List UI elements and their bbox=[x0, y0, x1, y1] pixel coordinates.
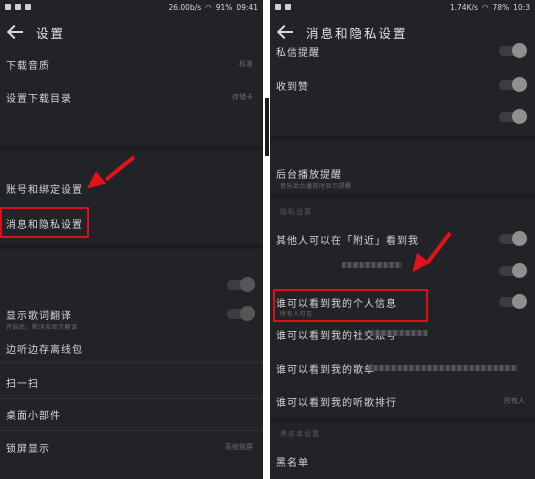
item-label: 私信提醒 bbox=[276, 47, 320, 59]
toggle-item[interactable] bbox=[0, 276, 263, 294]
item-label: 后台播放提醒 bbox=[276, 169, 342, 181]
item-label: 黑名单 bbox=[276, 457, 309, 469]
section-divider bbox=[270, 136, 535, 141]
download-directory-item[interactable]: 设置下载目录 存储卡 bbox=[0, 86, 263, 108]
right-phone-screen: 1.74K/s ◠ 78% 10:3 消息和隐私设置 私信提醒 收到赞 后台播放… bbox=[270, 0, 535, 479]
notification-icon bbox=[5, 4, 11, 10]
left-phone-screen: 26.00b/s ◠ 91% 09:41 设置 下载音质 标准 设置下载目录 存… bbox=[0, 0, 263, 479]
received-likes-item[interactable]: 收到赞 bbox=[270, 76, 535, 94]
section-divider bbox=[0, 145, 263, 150]
item-label: 其他人可以在「附近」看到我 bbox=[276, 235, 419, 247]
item-value: 存储卡 bbox=[232, 93, 253, 101]
lyrics-translation-item[interactable]: 显示歌词翻译 bbox=[0, 304, 263, 324]
item-label: 下载音质 bbox=[6, 60, 50, 72]
notification-icon bbox=[15, 4, 21, 10]
toggle-switch[interactable] bbox=[499, 263, 527, 278]
notification-icon bbox=[275, 4, 281, 10]
wifi-icon: ◠ bbox=[481, 2, 489, 12]
section-divider bbox=[270, 417, 535, 422]
item-subtitle: 音乐后台播放时显示提醒 bbox=[280, 183, 352, 190]
item-label: 设置下载目录 bbox=[6, 93, 72, 105]
item-label: 账号和绑定设置 bbox=[6, 184, 83, 196]
account-binding-item[interactable]: 账号和绑定设置 bbox=[0, 176, 263, 200]
item-value: 标准 bbox=[239, 60, 253, 68]
item-subtitle: 开启后，歌词会显示翻译 bbox=[6, 324, 78, 331]
page-title: 消息和隐私设置 bbox=[306, 25, 408, 41]
item-label: 扫一扫 bbox=[6, 378, 39, 390]
toggle-switch[interactable] bbox=[227, 306, 255, 321]
toggle-item[interactable] bbox=[270, 263, 535, 279]
background-play-item[interactable]: 后台播放提醒 bbox=[270, 165, 535, 181]
item-value: 所有人 bbox=[504, 397, 525, 405]
toggle-switch[interactable] bbox=[227, 277, 255, 292]
battery-level: 78% bbox=[492, 2, 510, 12]
notification-item[interactable] bbox=[270, 108, 535, 126]
clock: 09:41 bbox=[236, 2, 258, 12]
item-label: 收到赞 bbox=[276, 81, 309, 93]
battery-level: 91% bbox=[215, 2, 233, 12]
back-arrow-icon[interactable] bbox=[4, 20, 28, 44]
highlight-box bbox=[0, 207, 89, 238]
toggle-switch[interactable] bbox=[499, 294, 527, 309]
censored-text bbox=[370, 330, 428, 336]
highlight-box bbox=[273, 289, 428, 322]
scan-item[interactable]: 扫一扫 bbox=[0, 372, 263, 392]
section-header: 黑名单设置 bbox=[280, 430, 320, 438]
offline-package-item[interactable]: 边听边存离线包 bbox=[0, 338, 263, 358]
private-message-item[interactable]: 私信提醒 bbox=[270, 43, 535, 59]
wifi-icon: ◠ bbox=[205, 2, 212, 12]
item-value: 系统锁屏 bbox=[225, 443, 253, 451]
separator bbox=[263, 0, 270, 479]
item-label: 谁可以看到我的听歌排行 bbox=[276, 397, 397, 409]
section-divider bbox=[0, 244, 263, 249]
clock: 10:3 bbox=[513, 2, 530, 12]
page-title: 设置 bbox=[36, 25, 66, 41]
settings-item[interactable] bbox=[0, 120, 263, 138]
toggle-switch[interactable] bbox=[499, 109, 527, 124]
toggle-switch[interactable] bbox=[499, 77, 527, 92]
status-bar: 26.00b/s ◠ 91% 09:41 bbox=[0, 0, 263, 14]
back-arrow-icon[interactable] bbox=[274, 20, 298, 44]
settings-item[interactable] bbox=[0, 466, 263, 479]
desktop-widget-item[interactable]: 桌面小部件 bbox=[0, 404, 263, 424]
section-divider bbox=[270, 193, 535, 198]
status-bar: 1.74K/s ◠ 78% 10:3 bbox=[270, 0, 535, 14]
listening-ranking-visibility-item[interactable]: 谁可以看到我的听歌排行 所有人 bbox=[270, 393, 535, 409]
censored-text bbox=[342, 262, 402, 268]
notification-icon bbox=[285, 4, 291, 10]
network-speed: 1.74K/s bbox=[449, 2, 478, 12]
censored-text bbox=[368, 365, 518, 371]
item-label: 显示歌词翻译 bbox=[6, 310, 72, 322]
toggle-switch[interactable] bbox=[499, 231, 527, 246]
blacklist-item[interactable]: 黑名单 bbox=[270, 453, 535, 469]
toggle-switch[interactable] bbox=[499, 43, 527, 58]
item-label: 桌面小部件 bbox=[6, 410, 61, 422]
lockscreen-item[interactable]: 锁屏显示 系统锁屏 bbox=[0, 437, 263, 457]
item-label: 锁屏显示 bbox=[6, 443, 50, 455]
notification-icon bbox=[25, 4, 31, 10]
section-header: 隐私设置 bbox=[280, 208, 312, 216]
nearby-visibility-item[interactable]: 其他人可以在「附近」看到我 bbox=[270, 231, 535, 247]
network-speed: 26.00b/s bbox=[168, 2, 202, 12]
download-quality-item[interactable]: 下载音质 标准 bbox=[0, 54, 263, 74]
item-label: 边听边存离线包 bbox=[6, 344, 83, 356]
